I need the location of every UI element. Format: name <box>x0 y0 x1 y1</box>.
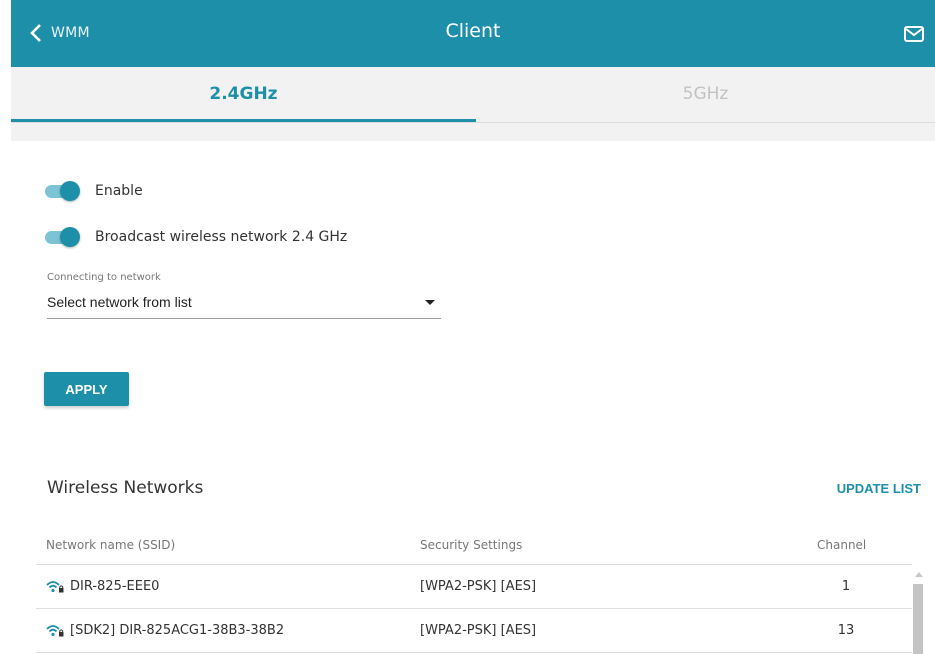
ssid-text: [SDK2] DIR-825ACG1-38B3-38B2 <box>70 623 285 638</box>
switch-knob <box>60 227 80 247</box>
page-title: Client <box>445 20 501 42</box>
wireless-networks-title: Wireless Networks <box>47 478 204 498</box>
app-header: WMM Client <box>11 0 935 67</box>
scrollbar-thumb[interactable] <box>913 584 923 654</box>
security-cell: [WPA2-PSK] [AES] <box>420 579 537 594</box>
table-divider <box>36 652 912 653</box>
wifi-lock-icon <box>46 580 64 592</box>
enable-label: Enable <box>95 183 143 199</box>
switch-knob <box>60 181 80 201</box>
update-list-button[interactable]: UPDATE LIST <box>837 481 921 496</box>
ssid-cell: [SDK2] DIR-825ACG1-38B3-38B2 <box>46 623 284 638</box>
wifi-lock-icon <box>46 624 64 636</box>
table-divider <box>36 564 912 565</box>
mail-icon[interactable] <box>903 24 925 44</box>
tab-5ghz[interactable]: 5GHz <box>476 67 935 122</box>
column-header-ssid: Network name (SSID) <box>46 538 176 552</box>
column-header-channel: Channel <box>817 538 867 552</box>
security-cell: [WPA2-PSK] [AES] <box>420 623 537 638</box>
connect-network-label: Connecting to network <box>47 272 161 283</box>
connect-network-value: Select network from list <box>47 294 192 310</box>
channel-cell: 1 <box>841 579 851 594</box>
column-header-security: Security Settings <box>420 538 523 552</box>
tab-2-4ghz[interactable]: 2.4GHz <box>11 67 476 122</box>
enable-switch[interactable] <box>43 181 81 201</box>
ssid-text: DIR-825-EEE0 <box>70 579 160 594</box>
broadcast-switch[interactable] <box>43 227 81 247</box>
chevron-down-icon <box>425 300 435 305</box>
broadcast-toggle[interactable]: Broadcast wireless network 2.4 GHz <box>43 227 347 247</box>
tab-spacer <box>11 123 935 141</box>
table-divider <box>36 608 912 609</box>
ssid-cell: DIR-825-EEE0 <box>46 579 159 594</box>
broadcast-label: Broadcast wireless network 2.4 GHz <box>95 229 348 245</box>
channel-cell: 13 <box>837 623 855 638</box>
connect-network-select[interactable]: Select network from list <box>47 288 441 319</box>
table-row[interactable]: DIR-825-EEE0 [WPA2-PSK] [AES] 1 <box>36 566 912 608</box>
apply-button[interactable]: APPLY <box>44 372 129 406</box>
table-scrollbar[interactable] <box>912 566 924 654</box>
enable-toggle[interactable]: Enable <box>43 181 143 201</box>
scroll-up-icon[interactable] <box>915 572 923 577</box>
table-row[interactable]: [SDK2] DIR-825ACG1-38B3-38B2 [WPA2-PSK] … <box>36 610 912 652</box>
band-tabs: 2.4GHz 5GHz <box>11 67 935 123</box>
